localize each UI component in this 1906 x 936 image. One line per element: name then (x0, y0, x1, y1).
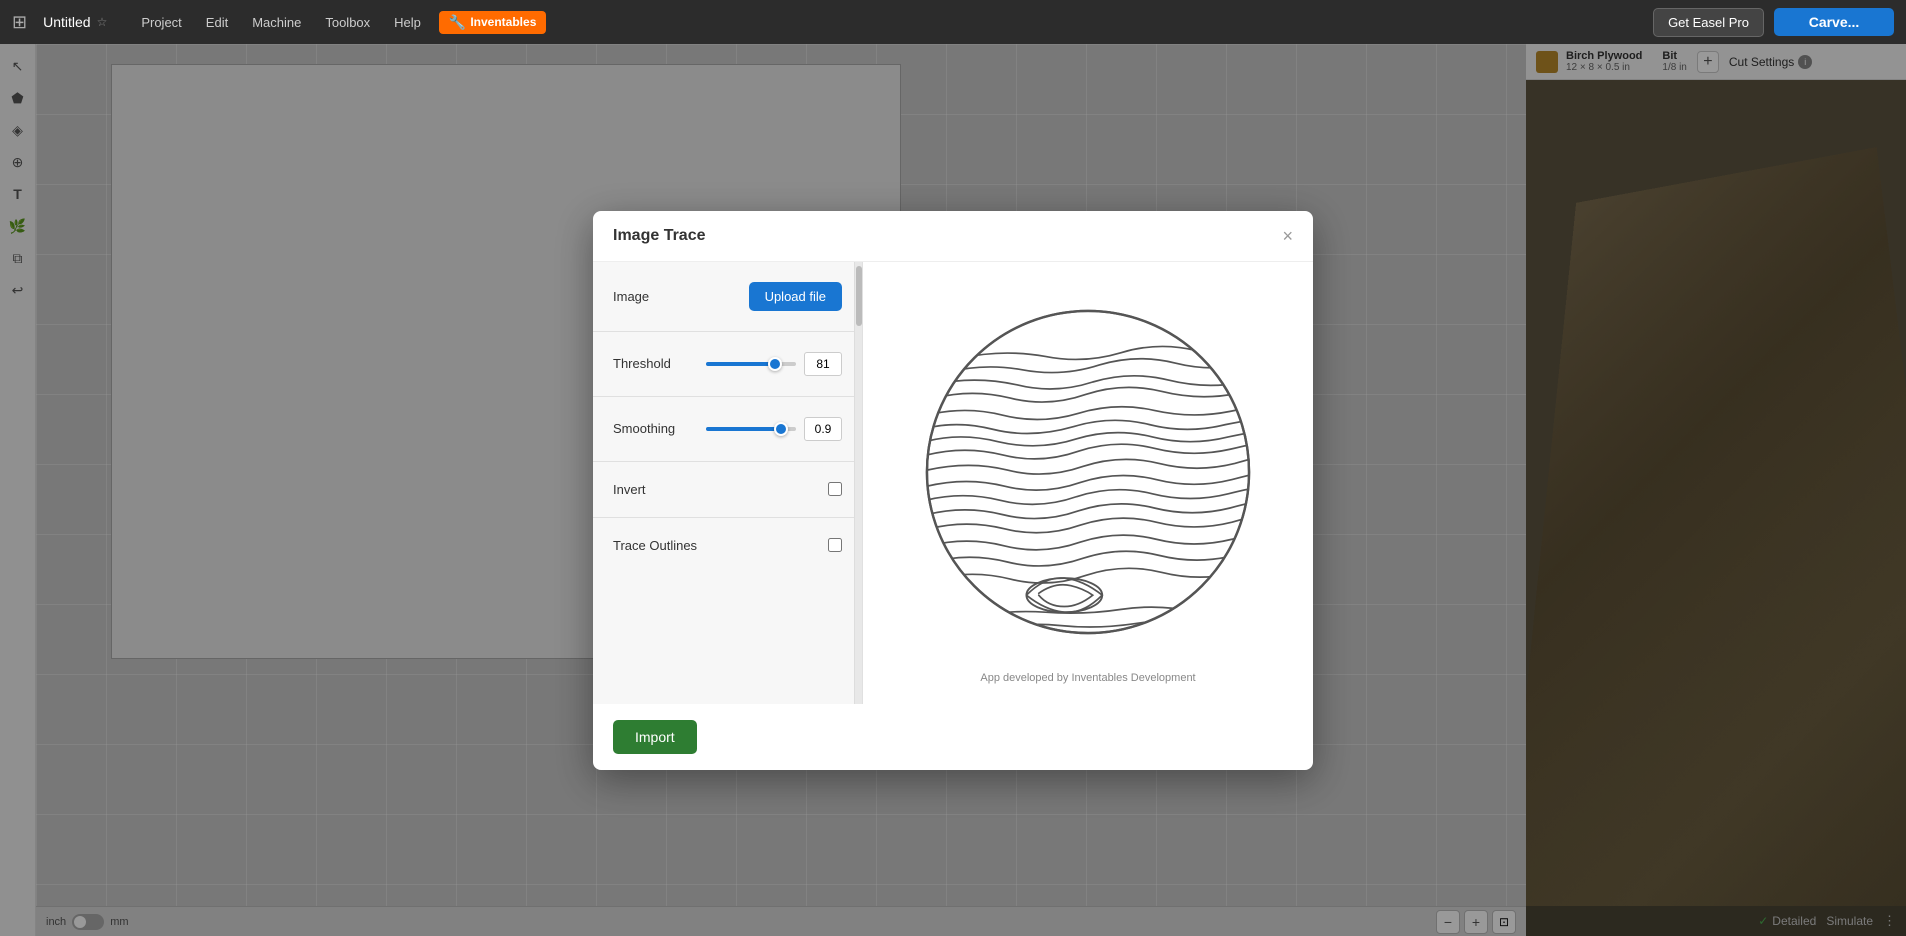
scroll-indicator (854, 262, 862, 704)
image-row: Image Upload file (613, 282, 842, 311)
menu-edit[interactable]: Edit (196, 11, 238, 34)
import-section: Import (593, 704, 1313, 770)
image-label: Image (613, 289, 649, 304)
trace-outlines-row: Trace Outlines (613, 538, 842, 553)
divider-2 (593, 396, 862, 397)
smoothing-value-input[interactable]: 0.9 (804, 417, 842, 441)
import-button[interactable]: Import (613, 720, 697, 754)
menu-project[interactable]: Project (131, 11, 191, 34)
preview-area (908, 282, 1268, 662)
modal-title: Image Trace (613, 227, 706, 245)
preview-image (908, 282, 1268, 662)
top-bar: ⊞ Untitled ☆ Project Edit Machine Toolbo… (0, 0, 1906, 44)
trace-outlines-label: Trace Outlines (613, 538, 697, 553)
scroll-thumb (856, 266, 862, 326)
smoothing-row: Smoothing 0.9 (613, 417, 842, 441)
threshold-slider-group: 81 (706, 352, 842, 376)
smoothing-slider-group: 0.9 (706, 417, 842, 441)
modal-body: Image Upload file Threshold 81 (593, 262, 1313, 704)
modal-header: Image Trace × (593, 211, 1313, 262)
modal-controls-panel: Image Upload file Threshold 81 (593, 262, 863, 704)
invert-checkbox[interactable] (828, 482, 842, 496)
star-icon[interactable]: ☆ (97, 15, 108, 29)
divider-3 (593, 461, 862, 462)
carve-button[interactable]: Carve... (1774, 8, 1894, 36)
threshold-row: Threshold 81 (613, 352, 842, 376)
app-title: Untitled (43, 14, 90, 30)
image-trace-modal: Image Trace × Image Upload file Threshol… (593, 211, 1313, 770)
upload-file-button[interactable]: Upload file (749, 282, 842, 311)
main-layout: ↖ ⬟ ◈ ⊕ T 🌿 ⧉ ↩ Birch Plywood 12 × 8 × 0… (0, 44, 1906, 936)
smoothing-label: Smoothing (613, 421, 675, 436)
modal-preview-panel: App developed by Inventables Development (863, 262, 1313, 704)
invert-label: Invert (613, 482, 646, 497)
threshold-label: Threshold (613, 356, 671, 371)
modal-close-button[interactable]: × (1282, 227, 1293, 245)
divider-4 (593, 517, 862, 518)
smoothing-slider[interactable] (706, 427, 796, 431)
get-easel-button[interactable]: Get Easel Pro (1653, 8, 1764, 37)
threshold-value-input[interactable]: 81 (804, 352, 842, 376)
app-title-group: Untitled ☆ (43, 14, 107, 30)
top-right-actions: Get Easel Pro Carve... (1653, 8, 1894, 37)
inventables-badge: 🔧 Inventables (439, 11, 546, 34)
threshold-slider[interactable] (706, 362, 796, 366)
menu-help[interactable]: Help (384, 11, 431, 34)
modal-overlay: Image Trace × Image Upload file Threshol… (0, 44, 1906, 936)
invert-row: Invert (613, 482, 842, 497)
menu-toolbox[interactable]: Toolbox (315, 11, 380, 34)
menu-machine[interactable]: Machine (242, 11, 311, 34)
menu-bar: Project Edit Machine Toolbox Help 🔧 Inve… (131, 11, 546, 34)
divider-1 (593, 331, 862, 332)
grid-icon: ⊞ (12, 12, 27, 33)
trace-outlines-checkbox[interactable] (828, 538, 842, 552)
preview-footer: App developed by Inventables Development (980, 662, 1195, 684)
